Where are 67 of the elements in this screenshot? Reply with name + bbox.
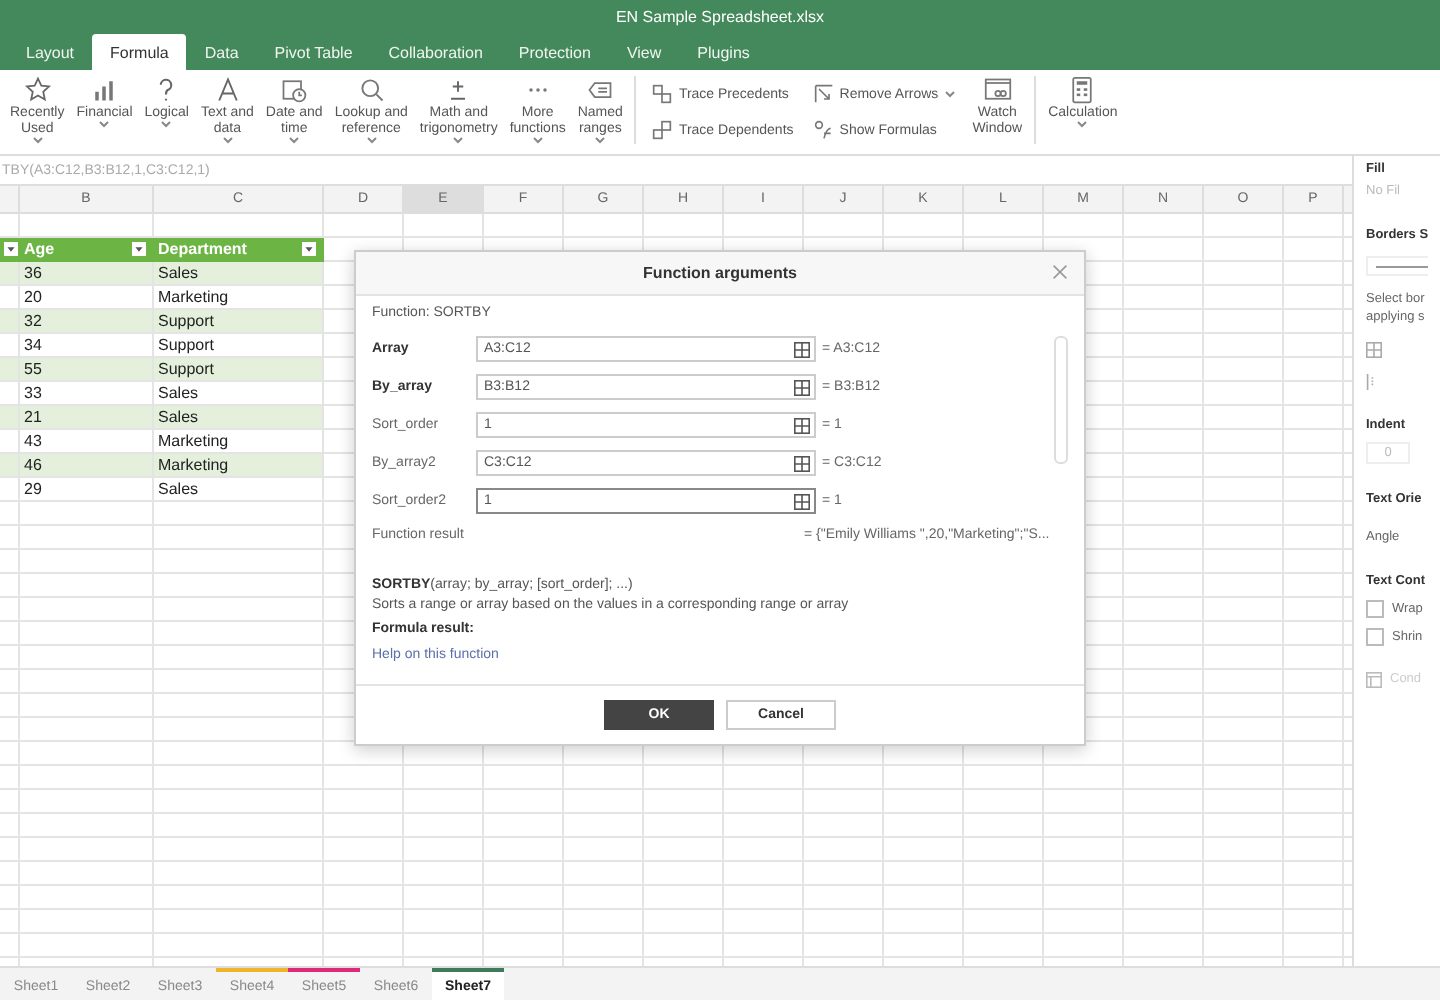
menu-tab[interactable]: Pivot Table — [256, 34, 371, 70]
table-cell: 21 — [20, 406, 154, 430]
filter-dropdown-icon[interactable] — [302, 242, 316, 256]
caret-icon — [288, 136, 301, 144]
table-cell: 29 — [20, 478, 154, 502]
caret-icon — [594, 136, 607, 144]
caret-icon — [98, 120, 111, 128]
tag-icon — [586, 76, 615, 104]
window-title: EN Sample Spreadsheet.xlsx — [613, 6, 827, 30]
table-cell: Sales — [154, 478, 324, 502]
table-cell — [0, 406, 20, 430]
menu-tab[interactable]: Data — [186, 34, 257, 70]
magnifier-icon — [357, 76, 386, 104]
table-cell: Sales — [154, 262, 324, 286]
range-select-icon[interactable] — [794, 341, 810, 357]
table-cell: Sales — [154, 406, 324, 430]
range-select-icon[interactable] — [794, 379, 810, 395]
menu-tab[interactable]: Plugins — [679, 34, 768, 70]
range-select-icon[interactable] — [794, 493, 810, 509]
table-cell — [0, 358, 20, 382]
letter-icon — [213, 76, 242, 104]
filter-dropdown-icon[interactable] — [4, 242, 18, 256]
table-cell: Marketing — [154, 454, 324, 478]
checkbox[interactable] — [1366, 628, 1384, 646]
window-icon — [983, 76, 1012, 104]
caret-icon — [452, 136, 465, 144]
table-cell: 32 — [20, 310, 154, 334]
bar-chart-icon — [90, 76, 119, 104]
border-style-dropdown[interactable] — [1366, 256, 1428, 276]
table-cell — [0, 454, 20, 478]
menu-tab[interactable]: View — [608, 34, 680, 70]
table-header-cell: Age — [20, 238, 154, 262]
menu-tab[interactable]: Collaboration — [370, 34, 501, 70]
table-header-cell: Department — [154, 238, 324, 262]
table-cell: 36 — [20, 262, 154, 286]
star-icon — [23, 76, 52, 104]
dependents-icon — [652, 120, 673, 140]
filter-dropdown-icon[interactable] — [132, 242, 146, 256]
menu-tab[interactable]: Layout — [8, 34, 93, 70]
caret-icon — [531, 136, 544, 144]
menu-tab[interactable]: Formula — [92, 34, 187, 70]
caret-icon — [160, 120, 173, 128]
menu-tab[interactable]: Protection — [500, 34, 609, 70]
table-cell: Support — [154, 310, 324, 334]
caret-icon — [1076, 120, 1089, 128]
range-select-icon[interactable] — [794, 417, 810, 433]
all-borders-icon[interactable] — [1366, 342, 1382, 358]
table-cell: 46 — [20, 454, 154, 478]
caret-icon — [944, 90, 957, 98]
close-icon[interactable] — [1052, 264, 1068, 280]
caret-icon — [365, 136, 378, 144]
scrollbar[interactable] — [1054, 336, 1068, 464]
precedents-icon — [652, 84, 673, 104]
table-cell — [0, 310, 20, 334]
dialog-title: Function arguments — [643, 264, 797, 282]
table-cell — [0, 262, 20, 286]
caret-icon — [221, 136, 234, 144]
arrow-icon — [813, 84, 834, 104]
calendar-icon — [280, 76, 309, 104]
caret-icon — [31, 136, 44, 144]
calculator-icon — [1068, 76, 1097, 104]
range-select-icon[interactable] — [794, 455, 810, 471]
conditional-format-icon[interactable] — [1366, 671, 1382, 687]
formula-icon — [813, 120, 834, 140]
checkbox[interactable] — [1366, 600, 1384, 618]
table-cell: 55 — [20, 358, 154, 382]
table-cell: Support — [154, 358, 324, 382]
